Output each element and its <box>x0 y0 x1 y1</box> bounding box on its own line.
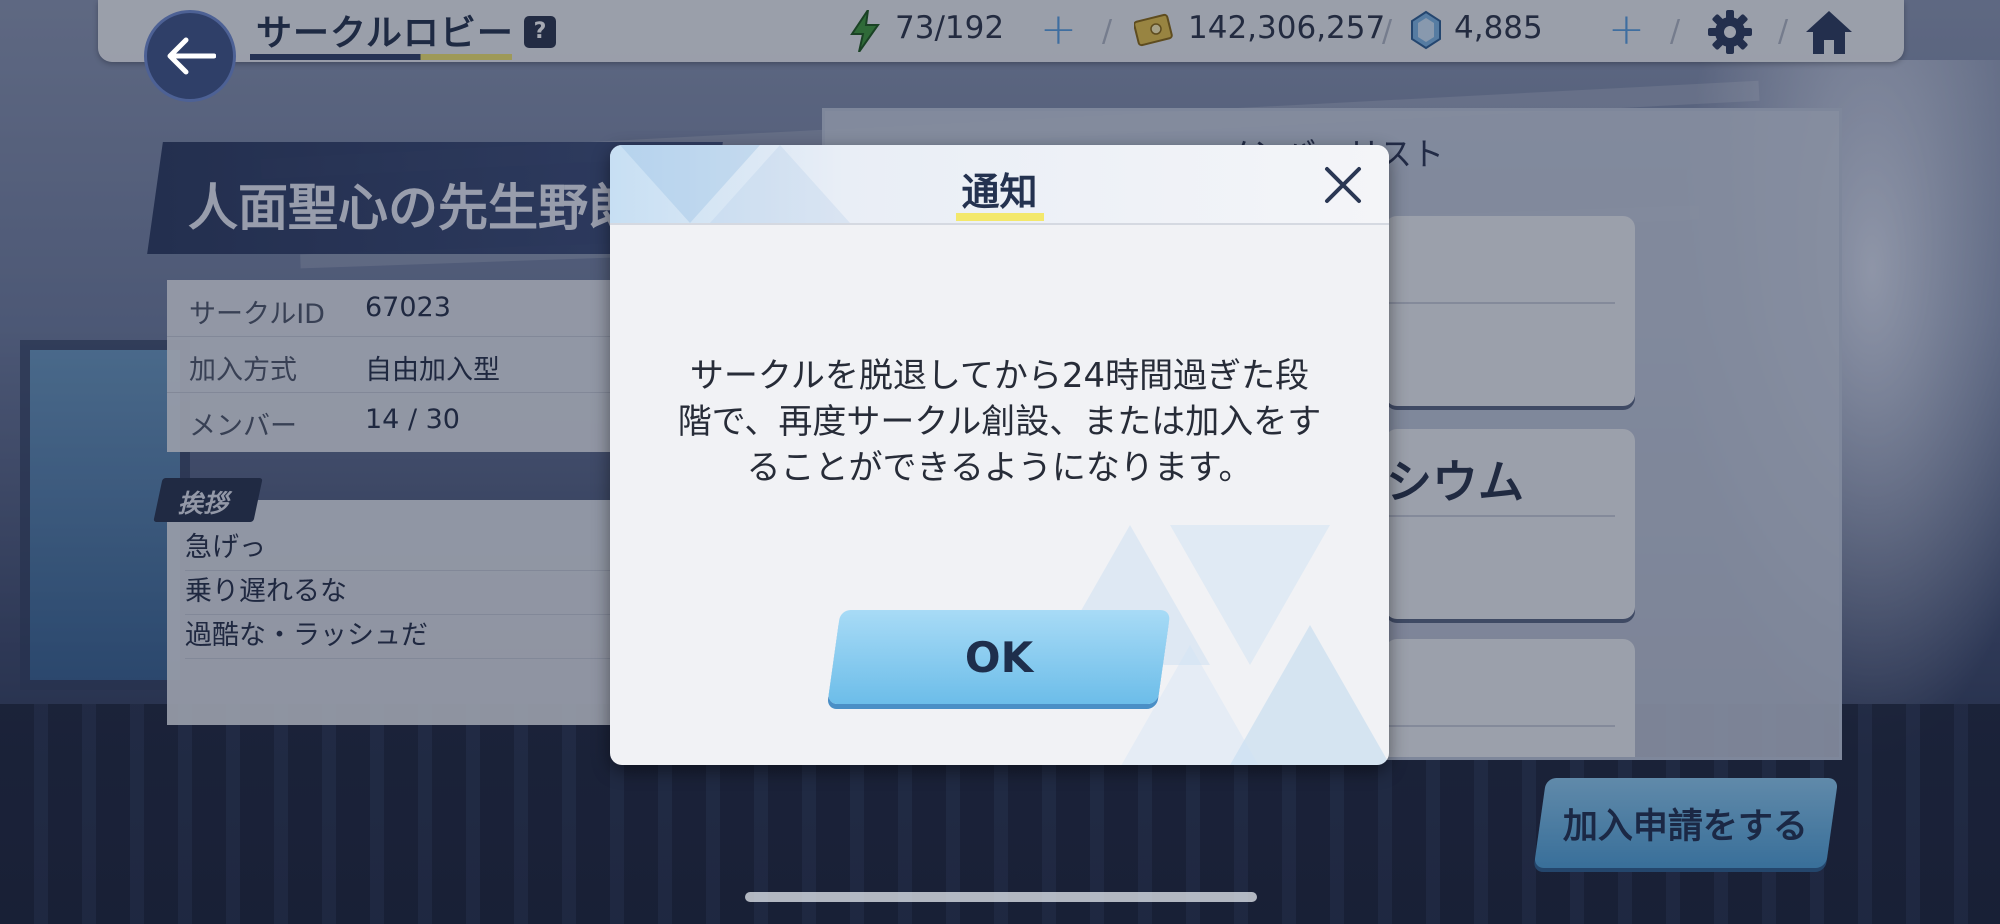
ok-button[interactable]: OK <box>827 610 1171 704</box>
close-icon[interactable] <box>1321 163 1365 207</box>
ok-button-label: OK <box>964 632 1034 682</box>
dialog-message-line: 階で、再度サークル創設、または加入をす <box>677 402 1322 442</box>
dialog-title: 通知 <box>961 170 1038 214</box>
notification-dialog: 通知 サークルを脱退してから24時間過ぎた段 階で、再度サークル創設、または加入… <box>610 145 1389 765</box>
back-button[interactable] <box>144 10 236 102</box>
arrow-left-icon <box>167 37 216 75</box>
home-indicator[interactable] <box>745 892 1257 902</box>
dialog-message-line: ることができるようになります。 <box>746 448 1253 488</box>
dialog-title-underline <box>956 213 1044 221</box>
dialog-message-line: サークルを脱退してから24時間過ぎた段 <box>689 356 1310 396</box>
dialog-message: サークルを脱退してから24時間過ぎた段 階で、再度サークル創設、または加入をす … <box>650 353 1349 491</box>
